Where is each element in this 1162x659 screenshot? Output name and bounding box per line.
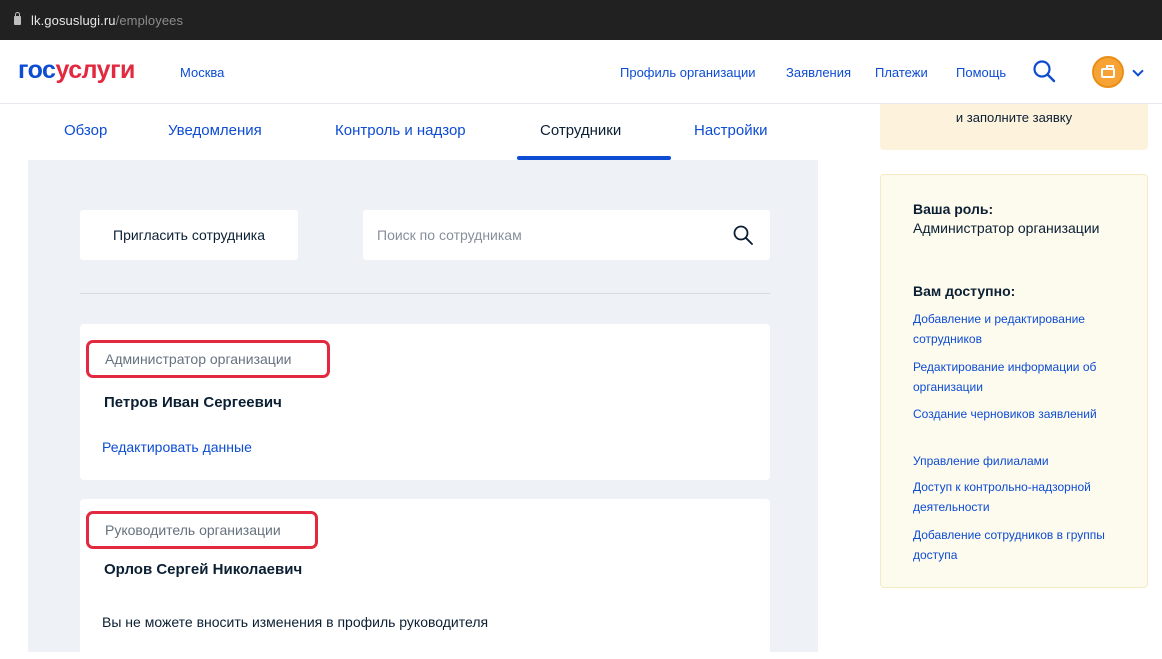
employee-search — [363, 210, 770, 260]
employee-role-label: Руководитель организации — [86, 511, 318, 549]
permission-link[interactable]: Управление филиалами — [913, 451, 1123, 471]
browser-address-bar[interactable]: lk.gosuslugi.ru/employees — [0, 0, 1162, 40]
url-text[interactable]: lk.gosuslugi.ru/employees — [31, 13, 183, 28]
logo-part-uslugi: услуги — [55, 56, 135, 84]
tab-settings[interactable]: Настройки — [694, 122, 768, 139]
permission-link[interactable]: Редактирование информации об организации — [913, 357, 1123, 397]
tab-control-supervision[interactable]: Контроль и надзор — [335, 122, 466, 139]
role-heading: Ваша роль: — [913, 201, 994, 217]
invite-employee-button[interactable]: Пригласить сотрудника — [80, 210, 298, 260]
employee-name: Орлов Сергей Николаевич — [104, 561, 303, 578]
site-header: госуслуги Москва Профиль организации Зая… — [0, 40, 1162, 104]
access-heading: Вам доступно: — [913, 283, 1016, 299]
employee-role-label: Администратор организации — [86, 340, 330, 378]
nav-payments[interactable]: Платежи — [875, 65, 928, 80]
chevron-down-icon[interactable] — [1132, 65, 1144, 77]
tab-employees[interactable]: Сотрудники — [540, 122, 621, 139]
nav-applications[interactable]: Заявления — [786, 65, 851, 80]
employee-search-input[interactable] — [377, 223, 707, 247]
employee-card: Руководитель организации Орлов Сергей Ни… — [80, 499, 770, 659]
logo-part-gos: гос — [18, 56, 56, 84]
edit-data-link[interactable]: Редактировать данные — [102, 439, 252, 455]
divider — [80, 293, 770, 294]
organization-avatar[interactable] — [1092, 56, 1124, 88]
nav-org-profile[interactable]: Профиль организации — [620, 65, 755, 80]
url-path: /employees — [115, 12, 184, 28]
city-selector[interactable]: Москва — [180, 65, 224, 80]
permission-link[interactable]: Доступ к контрольно-надзорной деятельнос… — [913, 477, 1123, 517]
employees-panel: Пригласить сотрудника Администратор орга… — [28, 160, 818, 659]
section-tabs: Обзор Уведомления Контроль и надзор Сотр… — [0, 104, 820, 160]
role-info-panel: Ваша роль: Администратор организации Вам… — [880, 174, 1148, 588]
permission-link[interactable]: Добавление и редактирование сотрудников — [913, 309, 1123, 349]
url-domain: lk.gosuslugi.ru — [31, 12, 116, 28]
promo-banner: и заполните заявку — [880, 104, 1148, 150]
search-icon[interactable] — [1031, 58, 1057, 84]
employee-card: Администратор организации Петров Иван Се… — [80, 324, 770, 480]
permission-link[interactable]: Добавление сотрудников в группы доступа — [913, 525, 1123, 565]
edit-restriction-note: Вы не можете вносить изменения в профиль… — [102, 614, 489, 630]
tab-notifications[interactable]: Уведомления — [168, 122, 262, 139]
nav-help[interactable]: Помощь — [956, 65, 1006, 80]
permission-link[interactable]: Создание черновиков заявлений — [913, 404, 1123, 424]
briefcase-icon — [1101, 65, 1115, 78]
search-icon[interactable] — [732, 224, 754, 246]
tab-overview[interactable]: Обзор — [64, 122, 107, 139]
gosuslugi-logo[interactable]: госуслуги — [18, 56, 135, 85]
role-value: Администратор организации — [913, 220, 1100, 236]
lock-icon — [14, 11, 21, 25]
employee-name: Петров Иван Сергеевич — [104, 394, 282, 411]
